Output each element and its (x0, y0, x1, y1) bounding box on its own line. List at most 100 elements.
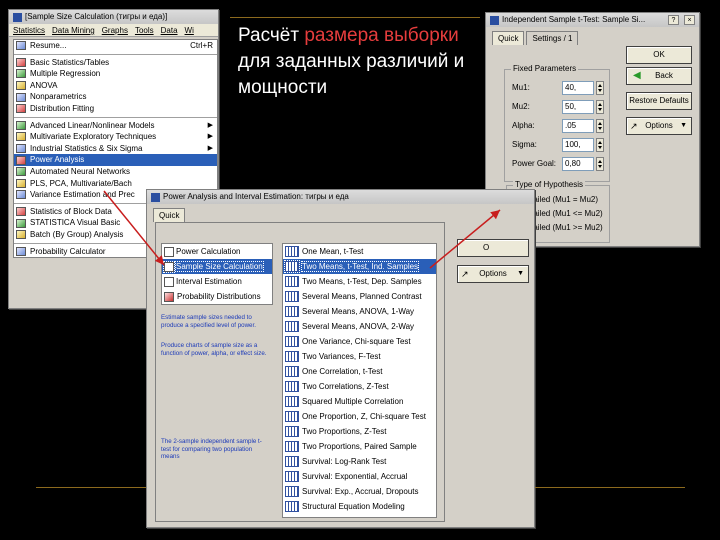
help-button[interactable]: ? (668, 15, 679, 25)
menu-separator (14, 116, 217, 118)
test-type-icon (285, 366, 299, 377)
distribution-icon (16, 104, 26, 114)
test-type-label: Two Means, t-Test, Ind. Samples (300, 261, 420, 272)
menu-item-power-analysis[interactable]: Power Analysis (14, 154, 217, 166)
test-type-item[interactable]: Two Correlations, Z-Test (283, 379, 436, 394)
menu-item-distribution-fitting[interactable]: Distribution Fitting (14, 103, 217, 115)
tab-quick[interactable]: Quick (153, 208, 186, 222)
test-type-item[interactable]: Two Variances, F-Test (283, 349, 436, 364)
test-type-item[interactable]: One Variance, Chi-square Test (283, 334, 436, 349)
test-type-item[interactable]: Two Means, t-Test, Dep. Samples (283, 274, 436, 289)
test-type-label: Several Means, ANOVA, 1-Way (302, 307, 415, 316)
menu-item-label: Variance Estimation and Prec (30, 190, 135, 200)
menu-item-anova[interactable]: ANOVA (14, 80, 217, 92)
test-type-item[interactable]: Two Means, t-Test, Ind. Samples (283, 259, 436, 274)
visual-basic-icon (16, 218, 26, 228)
test-type-item[interactable]: Two Proportions, Z-Test (283, 424, 436, 439)
menu-tools[interactable]: Tools (135, 24, 154, 36)
menu-wi[interactable]: Wi (185, 24, 194, 36)
menu-item-pls-pca-multivariate-bach[interactable]: PLS, PCA, Multivariate/Bach (14, 178, 217, 190)
test-type-item[interactable]: Survival: Log-Rank Test (283, 454, 436, 469)
menu-statistics[interactable]: Statistics (13, 24, 45, 36)
options-button[interactable]: ↗ Options ▼ (457, 265, 529, 283)
test-type-item[interactable]: Structural Equation Modeling (283, 499, 436, 514)
test-type-item[interactable]: Several Means, ANOVA, 1-Way (283, 304, 436, 319)
fixed-parameters-title: Fixed Parameters (511, 64, 579, 73)
analysis-type-item[interactable]: Sample Size Calculation (162, 259, 272, 274)
power-window-titlebar[interactable]: Power Analysis and Interval Estimation: … (147, 190, 534, 204)
menu-item-basic-statistics-tables[interactable]: Basic Statistics/Tables (14, 57, 217, 69)
options-label: Options (479, 269, 507, 278)
ttest-tabs: Quick Settings / 1 (486, 27, 699, 45)
close-button[interactable]: × (684, 15, 695, 25)
tab-quick[interactable]: Quick (492, 31, 525, 45)
test-type-item[interactable]: One Correlation, t-Test (283, 364, 436, 379)
spin-button[interactable] (596, 119, 604, 133)
menu-item-label: Advanced Linear/Nonlinear Models (30, 120, 155, 130)
test-type-item[interactable]: Several Means, Planned Contrast (283, 289, 436, 304)
spin-button[interactable] (596, 157, 604, 171)
desc-estimate: Estimate sample sizes needed to produce … (161, 314, 256, 329)
test-type-item[interactable]: One Mean, t-Test (283, 244, 436, 259)
test-type-label: Two Means, t-Test, Dep. Samples (302, 277, 422, 286)
analysis-type-label: Power Calculation (176, 247, 241, 256)
menu-item-resume[interactable]: Resume... Ctrl+R (14, 40, 217, 52)
menu-graphs[interactable]: Graphs (102, 24, 128, 36)
hypothesis-label: 1-tailed (Mu1 >= Mu2) (524, 223, 603, 232)
param-field[interactable]: 50, (562, 100, 594, 114)
distribution-icon (164, 291, 174, 302)
menu-item-multiple-regression[interactable]: Multiple Regression (14, 68, 217, 80)
test-type-item[interactable]: Survival: Exp., Accrual, Dropouts (283, 484, 436, 499)
test-type-label: Two Proportions, Z-Test (302, 427, 387, 436)
menu-data-mining[interactable]: Data Mining (52, 24, 95, 36)
menu-item-advanced-linear-nonlinear-models[interactable]: Advanced Linear/Nonlinear Models ▶ (14, 120, 217, 132)
slide-title: Расчёт размера выборки для заданных разл… (238, 23, 478, 101)
menu-item-multivariate-exploratory-techniques[interactable]: Multivariate Exploratory Techniques ▶ (14, 131, 217, 143)
options-button[interactable]: ↗ Options ▼ (626, 117, 692, 135)
param-field[interactable]: 100, (562, 138, 594, 152)
menu-item-label: Probability Calculator (30, 246, 106, 256)
neural-networks-icon (16, 167, 26, 177)
menu-window-titlebar[interactable]: [Sample Size Calculation (тигры и еда)] (9, 10, 218, 24)
test-type-icon (285, 276, 299, 287)
divider-top (230, 17, 480, 18)
menu-data[interactable]: Data (161, 24, 178, 36)
ok-button[interactable]: O (457, 239, 529, 257)
analysis-type-item[interactable]: Interval Estimation (162, 274, 272, 289)
menu-item-label: Basic Statistics/Tables (30, 57, 110, 67)
menu-item-industrial-statistics-six-sigma[interactable]: Industrial Statistics & Six Sigma ▶ (14, 143, 217, 155)
param-field[interactable]: .05 (562, 119, 594, 133)
analysis-type-item[interactable]: Power Calculation (162, 244, 272, 259)
spin-button[interactable] (596, 100, 604, 114)
tab-settings[interactable]: Settings / 1 (526, 31, 579, 45)
test-type-icon (285, 381, 299, 392)
app-icon (13, 12, 22, 22)
test-type-item[interactable]: Survival: Exponential, Accrual (283, 469, 436, 484)
test-type-label: Several Means, ANOVA, 2-Way (302, 322, 415, 331)
test-type-item[interactable]: Two Proportions, Paired Sample (283, 439, 436, 454)
spin-button[interactable] (596, 138, 604, 152)
test-type-item[interactable]: One Proportion, Z, Chi-square Test (283, 409, 436, 424)
test-type-item[interactable]: Several Means, ANOVA, 2-Way (283, 319, 436, 334)
six-sigma-icon (16, 144, 26, 154)
analysis-type-item[interactable]: Probability Distributions (162, 289, 272, 304)
menu-window-title: [Sample Size Calculation (тигры и еда)] (25, 12, 168, 21)
restore-defaults-button[interactable]: Restore Defaults (626, 92, 692, 110)
test-type-icon (284, 260, 300, 273)
analysis-type-list[interactable]: Power Calculation Sample Size Calculation… (161, 243, 273, 305)
resume-icon (16, 41, 26, 51)
test-type-list[interactable]: One Mean, t-Test Two Means, t-Test, Ind. … (282, 243, 437, 518)
menu-item-label: Statistics of Block Data (30, 206, 112, 216)
ok-button[interactable]: OK (626, 46, 692, 64)
back-arrow-icon: ◀ (633, 70, 641, 81)
param-label: Mu1: (512, 83, 530, 92)
window-icon (151, 192, 160, 202)
test-type-item[interactable]: Squared Multiple Correlation (283, 394, 436, 409)
param-field[interactable]: 40, (562, 81, 594, 95)
menu-item-automated-neural-networks[interactable]: Automated Neural Networks (14, 166, 217, 178)
test-type-label: One Proportion, Z, Chi-square Test (302, 412, 426, 421)
spin-button[interactable] (596, 81, 604, 95)
menu-item-nonparametrics[interactable]: Nonparametrics (14, 91, 217, 103)
param-field[interactable]: 0,80 (562, 157, 594, 171)
back-button[interactable]: ◀ Back (626, 67, 692, 85)
